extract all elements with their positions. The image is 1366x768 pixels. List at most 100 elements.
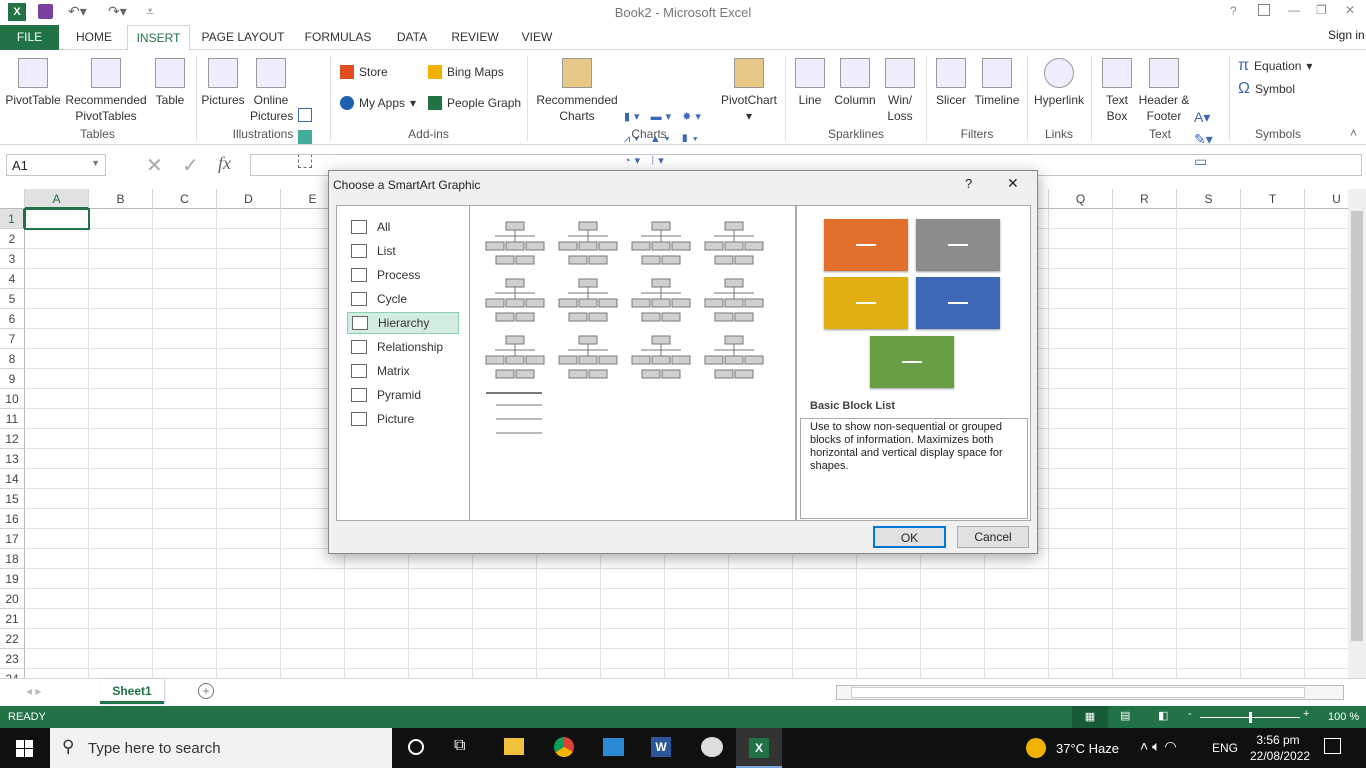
word-icon[interactable]: W bbox=[651, 737, 671, 757]
tab-data[interactable]: DATA bbox=[388, 25, 436, 50]
header-footer-button[interactable]: Header & Footer bbox=[1138, 58, 1190, 124]
layout-thumbnail[interactable] bbox=[558, 335, 618, 379]
row-header-5[interactable]: 5 bbox=[0, 289, 25, 309]
sparkline-column-button[interactable]: Column bbox=[832, 58, 878, 108]
weather-text[interactable]: 37°C Haze bbox=[1056, 741, 1119, 756]
row-header-2[interactable]: 2 bbox=[0, 229, 25, 249]
close-button[interactable]: ✕ bbox=[1345, 3, 1355, 17]
minimize-button[interactable]: — bbox=[1288, 3, 1300, 17]
weather-icon[interactable] bbox=[1026, 738, 1046, 758]
bing-maps-button[interactable]: Bing Maps bbox=[428, 65, 504, 79]
row-header-10[interactable]: 10 bbox=[0, 389, 25, 409]
tab-review[interactable]: REVIEW bbox=[446, 25, 504, 50]
windows-start-icon[interactable] bbox=[16, 740, 33, 757]
row-header-8[interactable]: 8 bbox=[0, 349, 25, 369]
row-header-18[interactable]: 18 bbox=[0, 549, 25, 569]
store-button[interactable]: Store bbox=[340, 65, 388, 79]
row-header-21[interactable]: 21 bbox=[0, 609, 25, 629]
equation-button[interactable]: π Equation ▾ bbox=[1238, 57, 1312, 75]
page-layout-view-icon[interactable]: ▤ bbox=[1120, 709, 1130, 722]
scroll-thumb[interactable] bbox=[851, 687, 1305, 698]
notifications-icon[interactable] bbox=[1324, 738, 1341, 754]
online-pictures-button[interactable]: Online Pictures bbox=[250, 58, 293, 124]
recommended-charts-button[interactable]: Recommended Charts bbox=[534, 58, 620, 124]
dialog-help-button[interactable]: ? bbox=[965, 176, 972, 191]
recommended-pivottables-button[interactable]: Recommended PivotTables bbox=[64, 58, 148, 124]
category-relationship[interactable]: Relationship bbox=[347, 336, 459, 358]
row-header-4[interactable]: 4 bbox=[0, 269, 25, 289]
pictures-button[interactable]: Pictures bbox=[200, 58, 246, 108]
hierarchy-layout-thumbnails[interactable] bbox=[470, 206, 795, 520]
snipping-tool-icon[interactable] bbox=[701, 737, 723, 757]
tab-formulas[interactable]: FORMULAS bbox=[298, 25, 378, 50]
column-header-d[interactable]: D bbox=[217, 189, 281, 209]
name-box[interactable]: A1 ▼ bbox=[6, 154, 106, 176]
category-list[interactable]: List bbox=[347, 240, 459, 262]
layout-thumbnail[interactable] bbox=[485, 278, 545, 322]
help-button[interactable]: ? bbox=[1230, 4, 1237, 18]
column-header-u[interactable]: U bbox=[1305, 189, 1348, 209]
row-header-24[interactable]: 24 bbox=[0, 669, 25, 678]
row-header-11[interactable]: 11 bbox=[0, 409, 25, 429]
layout-thumbnail[interactable] bbox=[485, 221, 545, 265]
sparkline-line-button[interactable]: Line bbox=[792, 58, 828, 108]
taskbar-search-input[interactable]: ⚲ Type here to search bbox=[50, 728, 392, 768]
row-header-17[interactable]: 17 bbox=[0, 529, 25, 549]
category-all[interactable]: All bbox=[347, 216, 459, 238]
my-apps-button[interactable]: My Apps ▾ bbox=[340, 96, 416, 110]
column-header-a[interactable]: A bbox=[25, 189, 89, 209]
select-all-corner[interactable] bbox=[0, 189, 25, 209]
restore-button[interactable]: ❐ bbox=[1316, 3, 1327, 17]
tab-home[interactable]: HOME bbox=[66, 25, 122, 50]
row-header-22[interactable]: 22 bbox=[0, 629, 25, 649]
enter-entry-icon[interactable]: ✓ bbox=[182, 153, 199, 178]
active-cell-a1[interactable] bbox=[24, 208, 90, 230]
zoom-in-button[interactable]: + bbox=[1303, 708, 1309, 720]
new-sheet-button[interactable]: + bbox=[198, 683, 214, 699]
row-header-13[interactable]: 13 bbox=[0, 449, 25, 469]
row-header-1[interactable]: 1 bbox=[0, 209, 25, 229]
layout-thumbnail[interactable] bbox=[704, 278, 764, 322]
row-header-6[interactable]: 6 bbox=[0, 309, 25, 329]
category-cycle[interactable]: Cycle bbox=[347, 288, 459, 310]
zoom-level[interactable]: 100 % bbox=[1328, 711, 1359, 723]
sparkline-winloss-button[interactable]: Win/ Loss bbox=[884, 58, 916, 124]
column-header-c[interactable]: C bbox=[153, 189, 217, 209]
shapes-icon[interactable] bbox=[298, 108, 312, 122]
collapse-ribbon-icon[interactable]: ˄ bbox=[1350, 126, 1357, 140]
zoom-slider[interactable] bbox=[1200, 712, 1300, 723]
zoom-out-button[interactable]: - bbox=[1188, 708, 1192, 720]
cancel-button[interactable]: Cancel bbox=[957, 526, 1029, 548]
clock[interactable]: 3:56 pm 22/08/2022 bbox=[1250, 732, 1310, 764]
insert-function-icon[interactable]: fx bbox=[218, 153, 231, 174]
row-header-20[interactable]: 20 bbox=[0, 589, 25, 609]
column-header-r[interactable]: R bbox=[1113, 189, 1177, 209]
tab-page-layout[interactable]: PAGE LAYOUT bbox=[196, 25, 290, 50]
tray-icons[interactable]: ˄ 🔈︎ ◠ bbox=[1140, 738, 1177, 755]
sheet-tab-sheet1[interactable]: Sheet1 bbox=[100, 679, 164, 704]
row-header-7[interactable]: 7 bbox=[0, 329, 25, 349]
tab-view[interactable]: VIEW bbox=[514, 25, 560, 50]
column-header-q[interactable]: Q bbox=[1049, 189, 1113, 209]
pivotchart-button[interactable]: PivotChart ▾ bbox=[718, 58, 780, 124]
category-picture[interactable]: Picture bbox=[347, 408, 459, 430]
task-view-icon[interactable]: ⧉ bbox=[454, 737, 465, 755]
tab-insert[interactable]: INSERT bbox=[127, 25, 190, 51]
dialog-close-button[interactable]: ✕ bbox=[1007, 175, 1019, 192]
layout-thumbnail[interactable] bbox=[558, 278, 618, 322]
page-break-view-icon[interactable]: ◧ bbox=[1158, 709, 1168, 722]
row-header-23[interactable]: 23 bbox=[0, 649, 25, 669]
horizontal-scrollbar[interactable] bbox=[836, 685, 1344, 700]
people-graph-button[interactable]: People Graph bbox=[428, 96, 521, 110]
ribbon-display-options-icon[interactable] bbox=[1258, 4, 1270, 16]
timeline-button[interactable]: Timeline bbox=[972, 58, 1022, 108]
layout-gallery[interactable] bbox=[469, 205, 796, 521]
vertical-scrollbar[interactable] bbox=[1348, 189, 1366, 678]
zoom-slider-thumb[interactable] bbox=[1249, 712, 1252, 723]
row-header-16[interactable]: 16 bbox=[0, 509, 25, 529]
language-indicator[interactable]: ENG bbox=[1212, 741, 1238, 755]
hyperlink-button[interactable]: Hyperlink bbox=[1032, 58, 1086, 108]
table-button[interactable]: Table bbox=[152, 58, 188, 108]
text-box-button[interactable]: Text Box bbox=[1100, 58, 1134, 124]
excel-taskbar-button[interactable]: X bbox=[736, 728, 782, 768]
